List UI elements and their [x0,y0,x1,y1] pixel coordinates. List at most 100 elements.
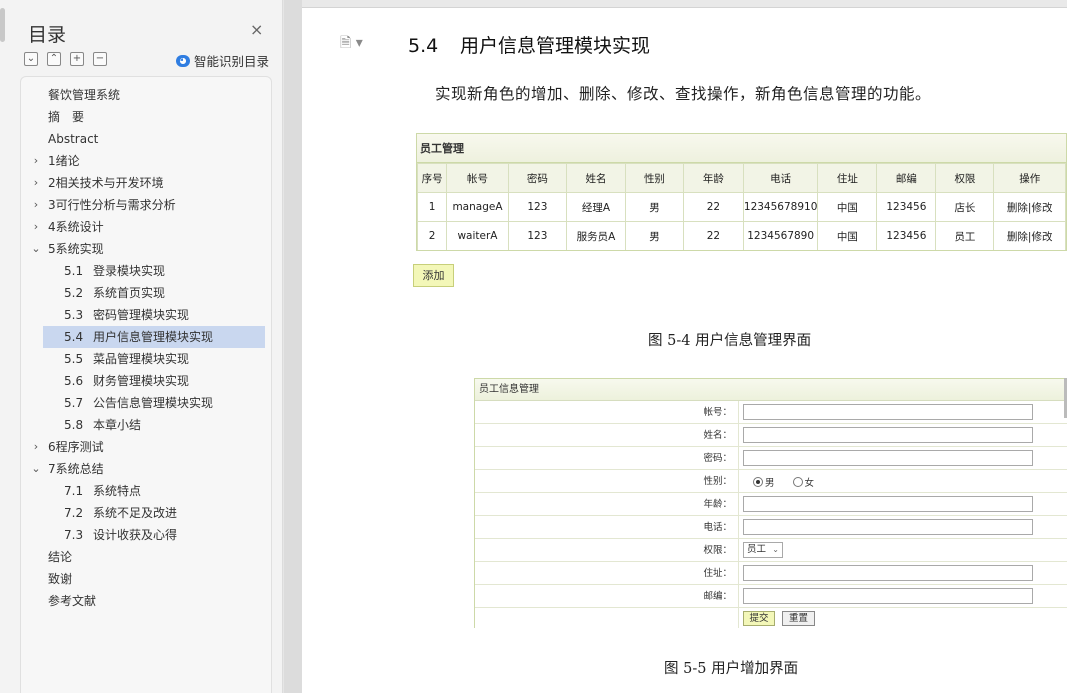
add-button[interactable]: 添加 [413,264,454,287]
collapse-all-icon[interactable]: − [93,52,107,66]
toc-item-label: 用户信息管理模块实现 [93,330,214,344]
toc-item[interactable]: 7.2 系统不足及改进 [43,502,265,524]
table-header-cell: 电话 [742,163,819,193]
toc-item[interactable]: ⌄ 5系统实现 [31,238,265,260]
expand-all-icon[interactable]: + [70,52,84,66]
gender-male-label: 男 [765,477,775,489]
toc-item[interactable]: 5.5 菜品管理模块实现 [43,348,265,370]
toc-item[interactable]: 致谢 [43,568,265,590]
submit-button[interactable]: 提交 [743,611,775,626]
table-cell: 123 [507,221,568,250]
section-heading: 5.4 用户信息管理模块实现 [408,31,650,58]
smart-toc-label: 智能识别目录 [194,54,270,69]
chevron-down-icon[interactable]: ⌄ [31,458,41,480]
toc-item-label: 系统不足及改进 [93,506,178,520]
toc-item[interactable]: 餐饮管理系统 [43,84,265,106]
toc-item-label: 5系统实现 [48,242,104,256]
toc-item-number: 5.4 [64,330,84,344]
chevron-right-icon[interactable]: › [31,436,41,458]
toc-item-label: 设计收获及心得 [93,528,178,542]
toc-item[interactable]: 5.8 本章小结 [43,414,265,436]
account-input[interactable] [743,404,1033,420]
address-input[interactable] [743,565,1033,581]
smart-toc-button[interactable]: ◕ 智能识别目录 [176,51,269,70]
table-header-cell: 年龄 [682,163,744,193]
figure2-caption: 图 5-5 用户增加界面 [664,661,799,677]
toc-item[interactable]: Abstract [43,128,265,150]
reset-button[interactable]: 重置 [782,611,815,626]
role-select[interactable]: 员工 ⌄ [743,542,783,558]
toc-item[interactable]: 7.3 设计收获及心得 [43,524,265,546]
table-header-cell: 住址 [817,163,878,193]
table-cell: 123 [507,192,568,222]
toc-item-number: 5.2 [64,286,84,300]
password-input[interactable] [743,450,1033,466]
chevron-down-icon[interactable]: ⌄ [31,238,41,260]
toc-item[interactable]: 5.2 系统首页实现 [43,282,265,304]
toc-item-number: 5.3 [64,308,84,322]
gender-male-radio[interactable] [753,476,763,487]
chevron-right-icon[interactable]: › [31,216,41,238]
form-row-account: 帐号： [475,401,1067,424]
table-header-cell: 操作 [993,163,1066,193]
table-header-cell: 邮编 [876,163,937,193]
toc-item-number: 7.1 [64,484,84,498]
gender-female-radio[interactable] [792,476,803,487]
toc-item[interactable]: 摘 要 [43,106,265,128]
toc-item[interactable]: › 3可行性分析与需求分析 [34,194,265,216]
toc-item-label: 系统特点 [93,484,142,498]
close-icon[interactable]: × [250,20,263,39]
toc-item-label: 4系统设计 [48,220,104,234]
table-cell: waiterA [446,221,509,250]
age-input[interactable] [743,496,1033,512]
toc-item[interactable]: 5.6 财务管理模块实现 [43,370,265,392]
form-row-phone: 电话： [475,516,1067,539]
role-select-value: 员工 [747,544,767,555]
table-cell: 123456 [876,221,937,250]
form-row-password: 密码： [475,447,1067,470]
row-actions-link[interactable]: 删除|修改 [993,221,1066,250]
chevron-right-icon[interactable]: › [31,150,41,172]
table-header-cell: 权限 [935,163,995,193]
employee-table: 序号 帐号 密码 姓名 性别 年龄 电话 住址 邮编 权限 操作 1 manageA 123 经理A 男 22… [417,163,1066,250]
toc-item-label: 摘 要 [48,110,85,124]
toc-item[interactable]: 5.4 用户信息管理模块实现 [43,326,265,348]
collapse-up-icon[interactable]: ⌃ [47,52,61,66]
toc-item[interactable]: 结论 [43,546,265,568]
toc-item[interactable]: 7.1 系统特点 [43,480,265,502]
figure-employee-table: 员工管理 序号 帐号 密码 姓名 性别 年龄 电话 住址 邮编 权限 操作 1 manageA 123 经… [416,133,1067,251]
sidebar-title: 目录 [28,24,67,46]
table-cell: 22 [682,221,744,250]
toc-item[interactable]: › 4系统设计 [34,216,265,238]
password-label: 密码： [475,447,739,470]
gender-female-label: 女 [804,477,815,489]
toc-item[interactable]: ⌄ 7系统总结 [31,458,265,480]
toc-item[interactable]: 参考文献 [43,590,265,612]
section-number: 5.4 [408,35,439,57]
phone-label: 电话： [475,516,739,539]
toc-item-label: 6程序测试 [48,440,104,454]
document-menu-icon[interactable]: 🗎 ▾ [340,32,363,56]
form-row-zip: 邮编： [475,585,1067,608]
table-header-cell: 密码 [507,163,568,193]
toc-item[interactable]: 5.3 密码管理模块实现 [43,304,265,326]
table-header-row: 序号 帐号 密码 姓名 性别 年龄 电话 住址 邮编 权限 操作 [417,163,1066,193]
figure1-title: 员工管理 [417,134,1066,163]
name-input[interactable] [743,427,1033,443]
chevron-right-icon[interactable]: › [31,172,41,194]
toc-item[interactable]: 5.1 登录模块实现 [43,260,265,282]
toc-item[interactable]: › 6程序测试 [34,436,265,458]
collapse-down-icon[interactable]: ⌄ [24,52,38,66]
phone-input[interactable] [743,519,1033,535]
actions-label-cell [475,608,739,628]
table-cell: 2 [417,221,448,250]
toc-item-label: 1绪论 [48,154,80,168]
toc-item[interactable]: › 1绪论 [34,150,265,172]
toc-item-label: 餐饮管理系统 [48,88,121,102]
toc-item[interactable]: 5.7 公告信息管理模块实现 [43,392,265,414]
row-actions-link[interactable]: 删除|修改 [993,192,1066,222]
chevron-right-icon[interactable]: › [31,194,41,216]
sidebar-scrollbar[interactable] [0,8,5,42]
toc-item[interactable]: › 2相关技术与开发环境 [34,172,265,194]
zip-input[interactable] [743,588,1033,604]
